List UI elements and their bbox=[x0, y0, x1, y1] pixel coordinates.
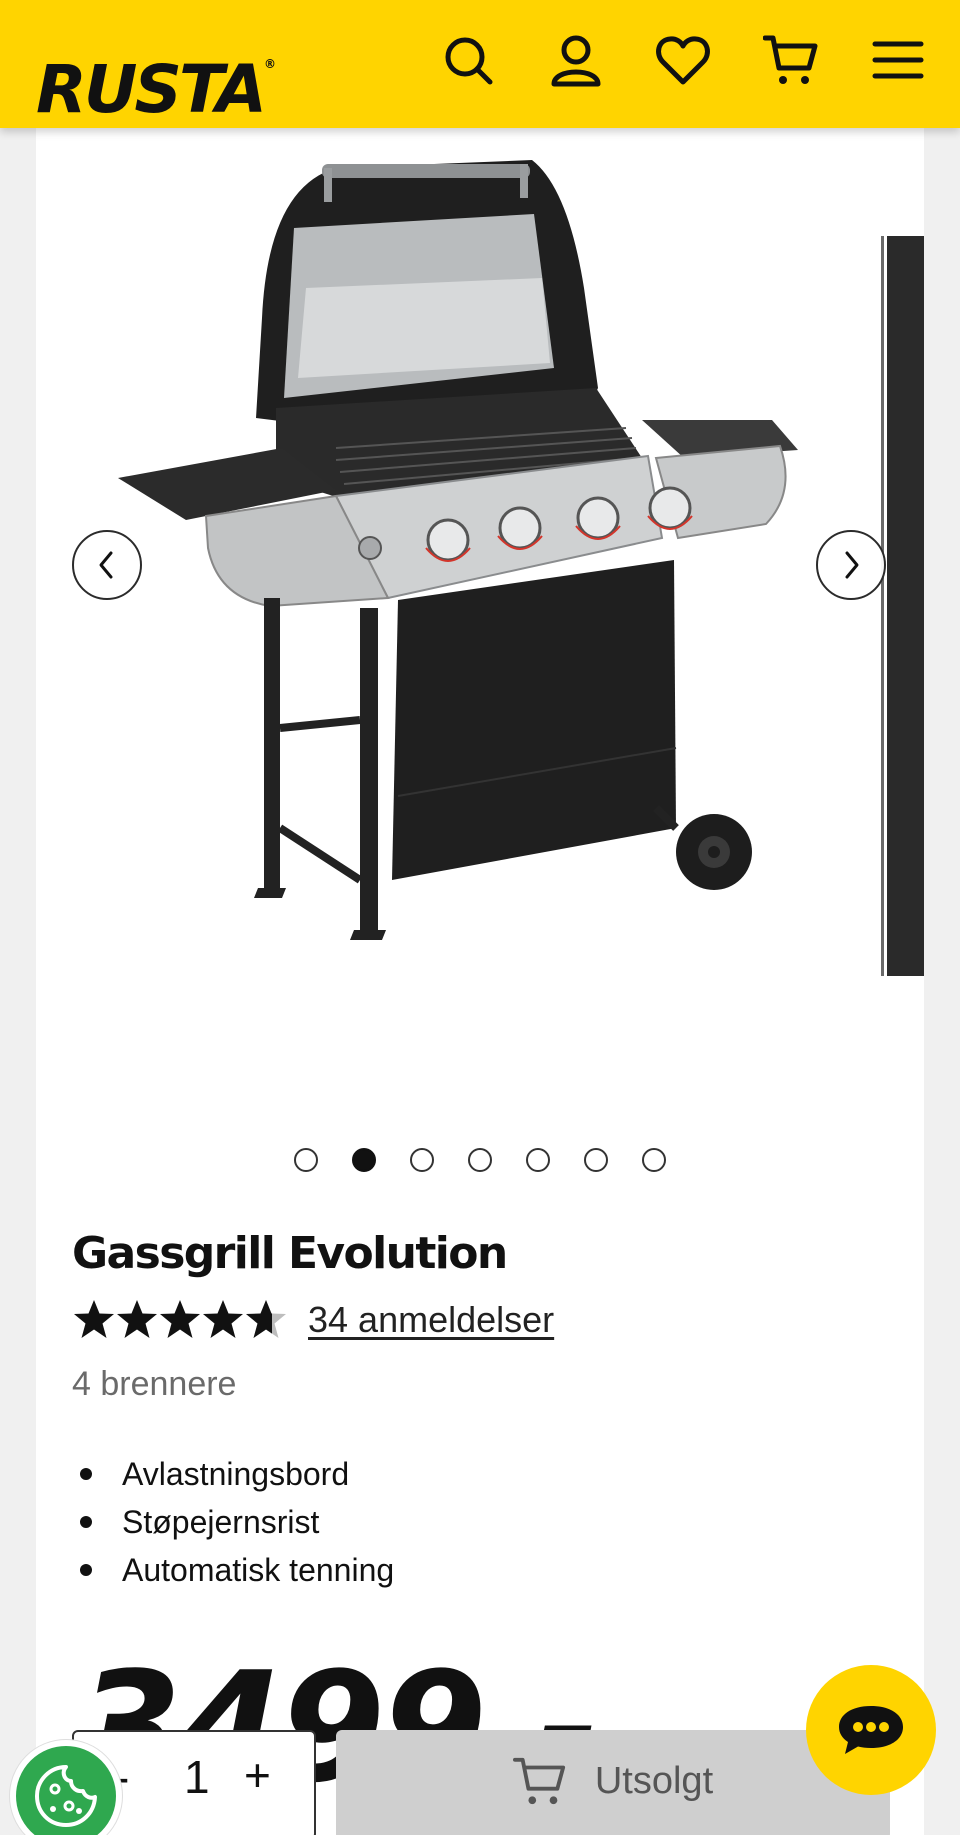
rusta-logo[interactable]: RUSTA® bbox=[36, 24, 276, 130]
menu-icon[interactable] bbox=[870, 32, 926, 88]
carousel-dot[interactable] bbox=[642, 1148, 666, 1172]
next-slide-button[interactable] bbox=[816, 530, 886, 600]
chevron-right-icon bbox=[845, 551, 859, 579]
carousel-dot[interactable] bbox=[584, 1148, 608, 1172]
rating-row: 34 anmeldelser bbox=[72, 1298, 554, 1342]
carousel-dot[interactable] bbox=[294, 1148, 318, 1172]
chat-icon bbox=[839, 1706, 903, 1754]
heart-icon[interactable] bbox=[655, 32, 711, 88]
chat-button[interactable] bbox=[806, 1665, 936, 1795]
carousel-dot[interactable] bbox=[410, 1148, 434, 1172]
bullet-icon bbox=[80, 1516, 92, 1528]
product-subtitle: 4 brennere bbox=[72, 1365, 237, 1403]
cart-icon[interactable] bbox=[763, 32, 819, 88]
image-carousel[interactable] bbox=[36, 128, 924, 1008]
search-icon[interactable] bbox=[440, 32, 496, 88]
list-item: Automatisk tenning bbox=[72, 1546, 394, 1594]
product-card: Gassgrill Evolution 34 anmeldelser 4 bre… bbox=[36, 128, 924, 1835]
carousel-dot[interactable] bbox=[468, 1148, 492, 1172]
qty-increase-button[interactable]: + bbox=[244, 1748, 271, 1802]
site-header: RUSTA® bbox=[0, 0, 960, 128]
carousel-dots bbox=[36, 1148, 924, 1172]
bullet-icon bbox=[80, 1468, 92, 1480]
carousel-dot[interactable] bbox=[526, 1148, 550, 1172]
star-rating bbox=[74, 1300, 286, 1338]
chevron-left-icon bbox=[99, 551, 113, 579]
list-item: Avlastningsbord bbox=[72, 1450, 394, 1498]
cart-icon bbox=[512, 1757, 565, 1805]
carousel-dot-active[interactable] bbox=[352, 1148, 376, 1172]
product-image bbox=[118, 160, 798, 940]
account-icon[interactable] bbox=[548, 32, 604, 88]
list-item: Støpejernsrist bbox=[72, 1498, 394, 1546]
next-slide-preview bbox=[881, 236, 924, 976]
buy-button-label: Utsolgt bbox=[594, 1760, 714, 1802]
reviews-link[interactable]: 34 anmeldelser bbox=[308, 1299, 554, 1341]
cookie-icon bbox=[35, 1765, 97, 1827]
feature-list: Avlastningsbord Støpejernsrist Automatis… bbox=[72, 1450, 394, 1594]
prev-slide-button[interactable] bbox=[72, 530, 142, 600]
qty-value: 1 bbox=[184, 1751, 210, 1803]
bullet-icon bbox=[80, 1564, 92, 1576]
product-title: Gassgrill Evolution bbox=[72, 1228, 508, 1279]
buy-button[interactable]: Utsolgt bbox=[336, 1730, 890, 1835]
